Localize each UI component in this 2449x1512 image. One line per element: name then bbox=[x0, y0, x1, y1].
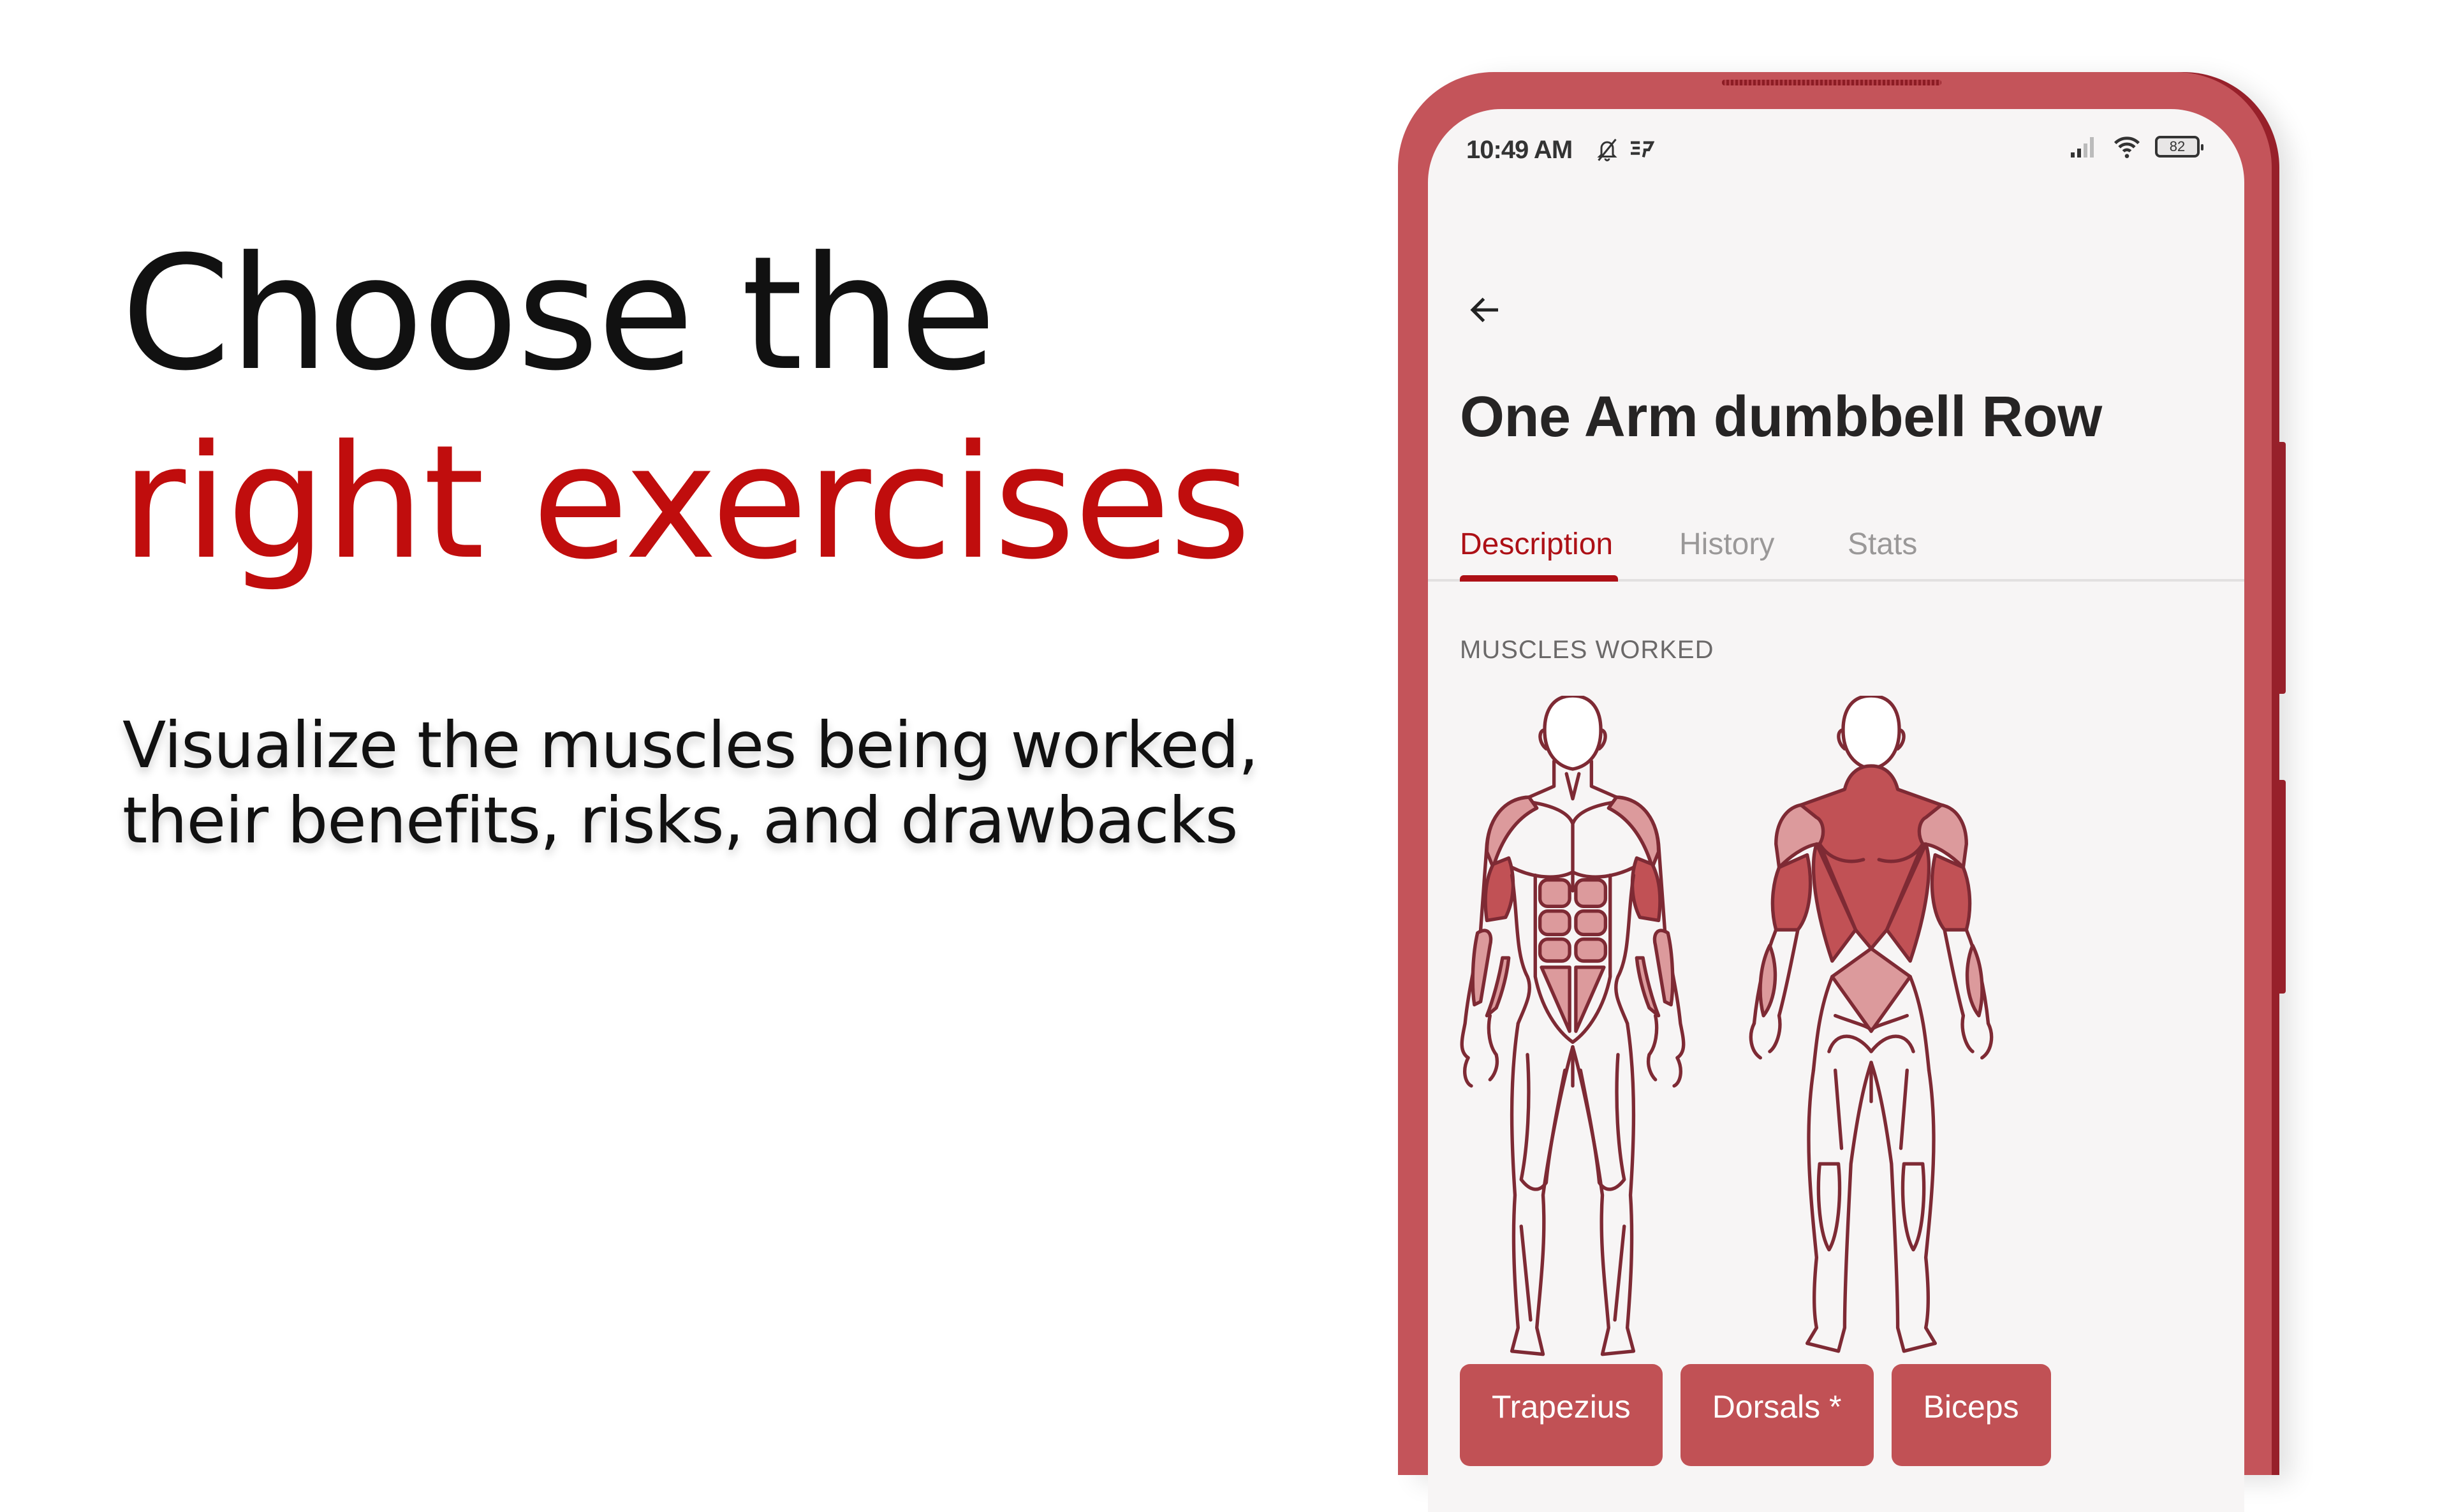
wifi-icon bbox=[2114, 136, 2140, 158]
tab-history[interactable]: History bbox=[1679, 527, 1774, 562]
sp-icon bbox=[1631, 141, 1654, 158]
front-left-biceps bbox=[1483, 856, 1515, 923]
tab-description[interactable]: Description bbox=[1460, 527, 1613, 562]
muscle-chips: Trapezius Dorsals * Biceps bbox=[1460, 1364, 2051, 1466]
front-right-deltoid bbox=[1607, 795, 1661, 869]
battery-level: 82 bbox=[2169, 138, 2186, 154]
back-body-diagram bbox=[1749, 696, 1994, 1353]
front-left-forearm bbox=[1471, 928, 1493, 1007]
hero-title-line-2: right exercises bbox=[121, 412, 1251, 594]
bell-off-icon bbox=[1597, 138, 1617, 161]
muscle-chip-biceps[interactable]: Biceps bbox=[1891, 1364, 2051, 1466]
front-right-forearm bbox=[1652, 928, 1675, 1007]
status-left-icons bbox=[1596, 137, 1654, 163]
front-body-diagram bbox=[1460, 696, 1686, 1356]
front-right-biceps bbox=[1630, 856, 1662, 923]
tab-stats[interactable]: Stats bbox=[1848, 527, 1917, 562]
battery-icon: 82 bbox=[2155, 136, 2203, 158]
phone-volume-button bbox=[2278, 442, 2286, 694]
front-head bbox=[1543, 696, 1603, 771]
arrow-left-icon bbox=[1470, 297, 1498, 323]
status-bar: 10:49 AM 82 bbox=[1428, 109, 2244, 179]
back-button[interactable] bbox=[1463, 288, 1508, 332]
hero-title: Choose the right exercises bbox=[121, 220, 1251, 598]
active-tab-indicator bbox=[1460, 575, 1618, 582]
phone-power-button bbox=[2278, 780, 2286, 994]
signal-icon bbox=[2071, 137, 2094, 158]
phone-speaker bbox=[1722, 80, 1941, 85]
status-time: 10:49 AM bbox=[1466, 136, 1573, 164]
phone-mockup: 10:49 AM 82 One Arm dumbbell Row Descrip… bbox=[1398, 72, 2286, 1512]
phone-screen: 10:49 AM 82 One Arm dumbbell Row Descrip… bbox=[1428, 109, 2244, 1512]
back-left-triceps bbox=[1770, 853, 1813, 932]
back-right-triceps bbox=[1930, 853, 1972, 932]
hero-subtitle-line-1: Visualize the muscles being worked, bbox=[122, 708, 1259, 782]
hero-title-line-1: Choose the bbox=[121, 223, 996, 406]
muscle-chip-dorsals[interactable]: Dorsals * bbox=[1680, 1364, 1874, 1466]
hero-subtitle-line-2: their benefits, risks, and drawbacks bbox=[122, 783, 1238, 858]
front-left-deltoid bbox=[1485, 795, 1539, 869]
muscle-chip-trapezius[interactable]: Trapezius bbox=[1460, 1364, 1663, 1466]
exercise-title: One Arm dumbbell Row bbox=[1460, 385, 2102, 449]
hero-subtitle: Visualize the muscles being worked, thei… bbox=[122, 708, 1259, 858]
muscles-worked-label: MUSCLES WORKED bbox=[1460, 636, 1714, 664]
back-head bbox=[1841, 696, 1901, 771]
tab-bar: Description History Stats bbox=[1428, 508, 2244, 582]
status-right-icons: 82 bbox=[2070, 135, 2203, 159]
